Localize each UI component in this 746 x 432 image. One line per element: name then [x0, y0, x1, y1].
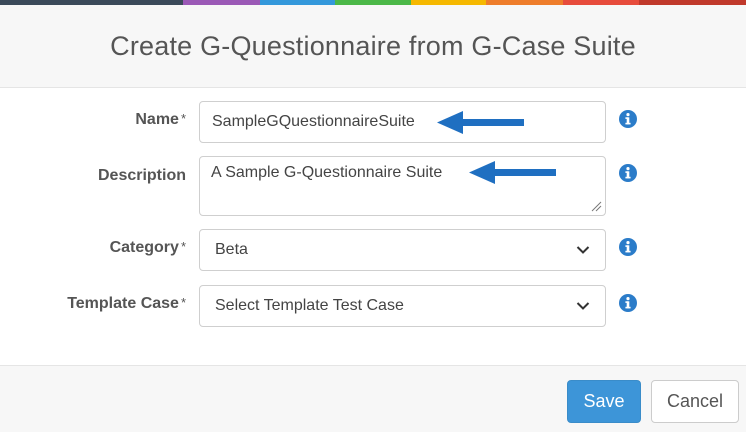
description-textarea-value: A Sample G-Questionnaire Suite — [211, 164, 443, 181]
name-label: Name * — [135, 111, 186, 128]
cancel-button[interactable]: Cancel — [651, 380, 739, 423]
annotation-arrow-icon — [437, 111, 524, 134]
resize-grip-icon[interactable] — [591, 201, 602, 212]
info-icon[interactable] — [619, 164, 637, 182]
category-select[interactable]: Beta — [199, 229, 606, 271]
template-case-select-value: Select Template Test Case — [215, 297, 404, 314]
info-icon[interactable] — [619, 110, 637, 128]
category-select-value: Beta — [215, 241, 248, 258]
chevron-down-icon — [576, 302, 590, 310]
dialog-header: Create G-Questionnaire from G-Case Suite — [0, 5, 746, 88]
info-icon[interactable] — [619, 238, 637, 256]
template-case-label: Template Case * — [67, 295, 186, 312]
annotation-arrow-icon — [469, 161, 556, 184]
name-input-value: SampleGQuestionnaireSuite — [212, 113, 415, 130]
save-button[interactable]: Save — [567, 380, 641, 423]
name-input[interactable]: SampleGQuestionnaireSuite — [199, 101, 606, 143]
template-case-select[interactable]: Select Template Test Case — [199, 285, 606, 327]
chevron-down-icon — [576, 246, 590, 254]
category-label: Category * — [109, 239, 186, 256]
dialog-title: Create G-Questionnaire from G-Case Suite — [110, 30, 636, 61]
description-label: Description — [97, 167, 186, 184]
dialog-footer: Save Cancel — [0, 365, 746, 432]
info-icon[interactable] — [619, 294, 637, 312]
